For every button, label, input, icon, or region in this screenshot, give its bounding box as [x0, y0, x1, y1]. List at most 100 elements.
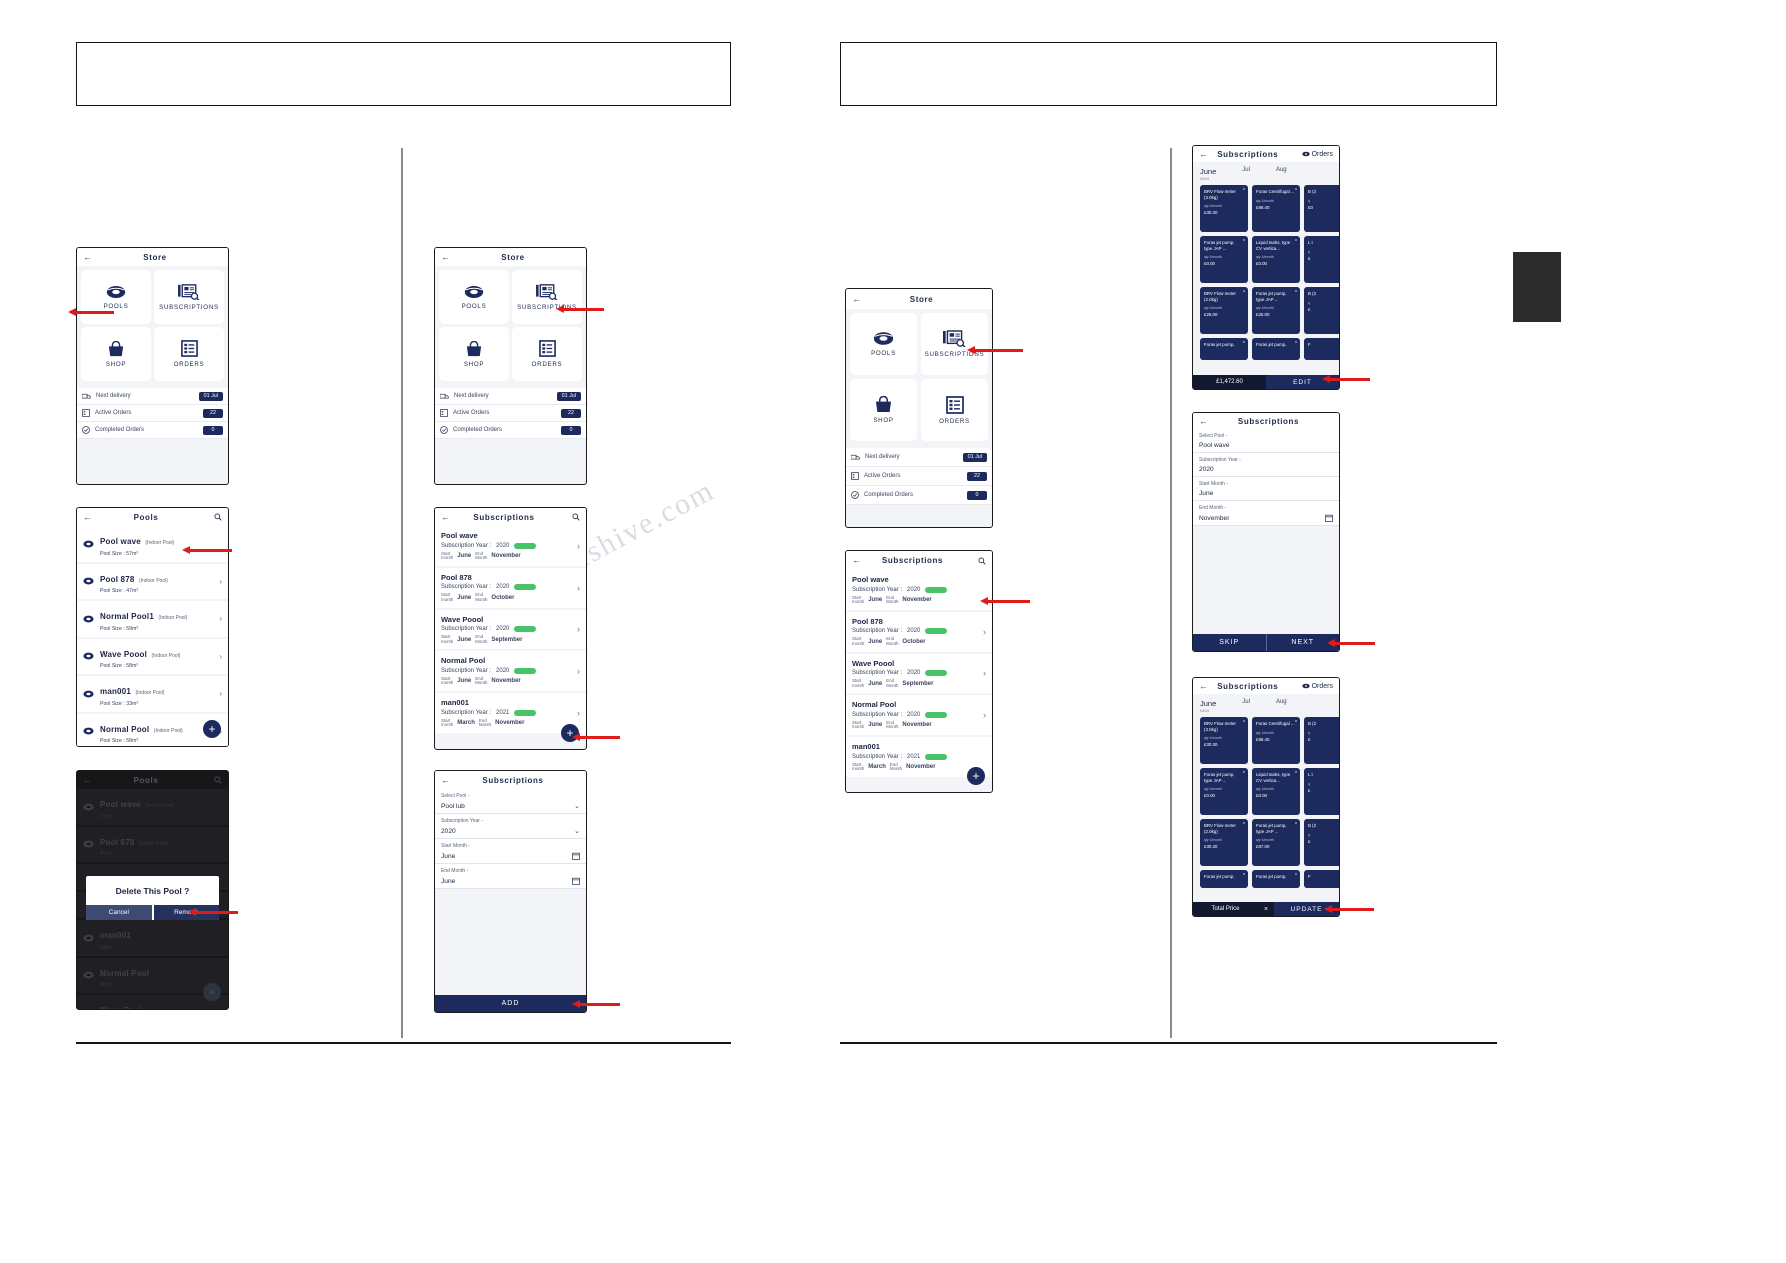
- tile-subscriptions[interactable]: SUBSCRIPTIONS: [154, 270, 224, 324]
- list-item[interactable]: Pool wave (Indoor Pool) Pool Size : 57m²: [77, 526, 228, 562]
- stat-row-active-orders[interactable]: Active Orders 22: [846, 467, 992, 486]
- cancel-button[interactable]: Cancel: [86, 905, 152, 920]
- chevron-right-icon[interactable]: ›: [983, 627, 986, 637]
- chevron-right-icon[interactable]: ›: [577, 624, 580, 634]
- tile-subscriptions[interactable]: SUBSCRIPTIONS: [921, 313, 988, 375]
- list-item[interactable]: Normal Pool Subscription Year : 2020 Sta…: [435, 651, 586, 691]
- list-item[interactable]: man001 (Indoor Pool) Pool Size : 33m² ›: [77, 676, 228, 712]
- list-item[interactable]: Pool 878 (Indoor Pool) Pool Size : 47m² …: [77, 563, 228, 599]
- tile-shop[interactable]: SHOP: [439, 327, 509, 381]
- product-card[interactable]: BRV Flow meter (3.0kg) qty 1/month £30.3…: [1200, 717, 1248, 764]
- stat-row-completed-orders[interactable]: Completed Orders 0: [77, 422, 228, 439]
- month-tab-jul[interactable]: Jul: [1242, 167, 1250, 181]
- product-card[interactable]: Foras jet pump, type JAP ... qty 1/month…: [1252, 287, 1300, 334]
- list-item[interactable]: Pool 878 Subscription Year : 2020 Start m…: [846, 611, 992, 652]
- tile-pools[interactable]: POOLS: [439, 270, 509, 324]
- chevron-down-icon[interactable]: ⌄: [574, 802, 580, 810]
- tile-orders[interactable]: ORDERS: [512, 327, 582, 381]
- stat-row-completed-orders[interactable]: Completed Orders 0: [846, 486, 992, 505]
- list-item[interactable]: Pool wave Subscription Year : 2020 Start…: [435, 526, 586, 566]
- tile-shop[interactable]: SHOP: [850, 379, 917, 441]
- chevron-right-icon[interactable]: ›: [577, 708, 580, 718]
- tile-shop[interactable]: SHOP: [81, 327, 151, 381]
- month-tab-jul[interactable]: Jul: [1242, 699, 1250, 713]
- field-end-month[interactable]: End Month - November: [1193, 501, 1339, 526]
- list-item[interactable]: Wave Poool (Indoor Pool) Pool Size : 58m…: [77, 638, 228, 674]
- month-tab-aug[interactable]: Aug: [1276, 167, 1287, 181]
- product-card[interactable]: B (2 q £: [1304, 717, 1339, 764]
- list-item[interactable]: Pool wave Subscription Year : 2020 Start…: [846, 570, 992, 610]
- stat-row-next-delivery[interactable]: Next delivery 01 Jul: [435, 388, 586, 405]
- product-card[interactable]: B (2 q £0: [1304, 185, 1339, 232]
- chevron-right-icon[interactable]: ›: [219, 614, 222, 623]
- product-card[interactable]: B (2 q £: [1304, 819, 1339, 866]
- chevron-right-icon[interactable]: ›: [983, 710, 986, 720]
- product-card[interactable]: Foras jet pump,: [1200, 870, 1248, 888]
- close-icon[interactable]: ×: [1258, 906, 1274, 913]
- chevron-right-icon[interactable]: ›: [219, 652, 222, 661]
- stat-row-next-delivery[interactable]: Next delivery 01 Jul: [77, 388, 228, 405]
- product-card[interactable]: Foras jet pump,: [1252, 870, 1300, 888]
- product-card[interactable]: L t q £: [1304, 768, 1339, 815]
- tile-orders[interactable]: ORDERS: [154, 327, 224, 381]
- tile-pools[interactable]: POOLS: [81, 270, 151, 324]
- month-tab-june[interactable]: June 0404: [1200, 699, 1216, 713]
- product-card[interactable]: Liquid tanks, type CV vertica... qty 1/m…: [1252, 768, 1300, 815]
- tile-orders[interactable]: ORDERS: [921, 379, 988, 441]
- add-subscription-fab[interactable]: +: [967, 767, 985, 785]
- search-icon[interactable]: [978, 557, 986, 565]
- list-item[interactable]: Wave Poool Subscription Year : 2020 Star…: [846, 653, 992, 694]
- add-button[interactable]: ADD: [435, 995, 586, 1012]
- chevron-right-icon[interactable]: ›: [577, 666, 580, 676]
- chevron-right-icon[interactable]: ›: [983, 668, 986, 678]
- stat-row-active-orders[interactable]: Active Orders 22: [435, 405, 586, 422]
- stat-row-active-orders[interactable]: Active Orders 22: [77, 405, 228, 422]
- calendar-icon[interactable]: [1325, 514, 1333, 522]
- product-card[interactable]: Foras Centrifugal ... qty 1/month £98.40: [1252, 717, 1300, 764]
- product-card[interactable]: Foras jet pump, type JAP ... qty 1/month…: [1200, 236, 1248, 283]
- tile-subscriptions[interactable]: SUBSCRIPTIONS: [512, 270, 582, 324]
- field-select-pool[interactable]: Select Pool - Pool wave: [1193, 429, 1339, 453]
- skip-button[interactable]: SKIP: [1193, 634, 1266, 651]
- product-card[interactable]: BRV Flow meter (2.0kg) qty 1/month £25.0…: [1200, 287, 1248, 334]
- list-item[interactable]: Normal Pool Subscription Year : 2020 Sta…: [846, 695, 992, 735]
- product-card[interactable]: Foras jet pump,: [1200, 338, 1248, 360]
- product-card[interactable]: L t q £: [1304, 236, 1339, 283]
- product-card[interactable]: Foras jet pump, type JAP ... qty 1/month…: [1252, 819, 1300, 866]
- search-icon[interactable]: [214, 513, 222, 521]
- month-tab-june[interactable]: June 0404: [1200, 167, 1216, 181]
- product-card[interactable]: F: [1304, 338, 1339, 360]
- list-item[interactable]: Pool 878 Subscription Year : 2020 Start m…: [435, 567, 586, 608]
- product-card[interactable]: BRV Flow meter (3.0kg) qty 1/month £30.3…: [1200, 185, 1248, 232]
- orders-action[interactable]: Orders: [1301, 151, 1333, 158]
- product-card[interactable]: BRV Flow meter (2.0kg) qty 1/month £30.3…: [1200, 819, 1248, 866]
- product-card[interactable]: Foras jet pump,: [1252, 338, 1300, 360]
- chevron-down-icon[interactable]: ⌄: [574, 827, 580, 835]
- product-card[interactable]: Foras Centrifugal ... qty 1/month £98.40: [1252, 185, 1300, 232]
- field-end-month[interactable]: End Month - June: [435, 864, 586, 889]
- orders-action[interactable]: Orders: [1301, 683, 1333, 690]
- field-start-month[interactable]: Start Month - June: [1193, 477, 1339, 501]
- product-card[interactable]: Foras jet pump, type JAP ... qty 1/month…: [1200, 768, 1248, 815]
- product-card[interactable]: Liquid tanks, type CV vertica... qty 1/m…: [1252, 236, 1300, 283]
- stat-row-completed-orders[interactable]: Completed Orders 0: [435, 422, 586, 439]
- calendar-icon[interactable]: [572, 877, 580, 885]
- field-start-month[interactable]: Start Month - June: [435, 839, 586, 864]
- chevron-right-icon[interactable]: ›: [219, 577, 222, 586]
- chevron-right-icon[interactable]: ›: [219, 689, 222, 698]
- add-pool-fab[interactable]: +: [203, 720, 221, 738]
- search-icon[interactable]: [572, 513, 580, 521]
- product-card[interactable]: F: [1304, 870, 1339, 888]
- product-card[interactable]: B (2 q £: [1304, 287, 1339, 334]
- list-item[interactable]: Normal Pool1 (Indoor Pool) Pool Size : 5…: [77, 601, 228, 637]
- chevron-right-icon[interactable]: ›: [577, 541, 580, 551]
- field-subscription-year[interactable]: Subscription Year - 2020 ⌄: [435, 814, 586, 839]
- month-tab-aug[interactable]: Aug: [1276, 699, 1287, 713]
- field-subscription-year[interactable]: Subscription Year - 2020: [1193, 453, 1339, 477]
- chevron-right-icon[interactable]: ›: [577, 583, 580, 593]
- field-select-pool[interactable]: Select Pool - Pool lub ⌄: [435, 789, 586, 814]
- list-item[interactable]: Wave Poool Subscription Year : 2020 Star…: [435, 609, 586, 650]
- calendar-icon[interactable]: [572, 852, 580, 860]
- search-icon[interactable]: [214, 776, 222, 784]
- stat-row-next-delivery[interactable]: Next delivery 01 Jul: [846, 448, 992, 467]
